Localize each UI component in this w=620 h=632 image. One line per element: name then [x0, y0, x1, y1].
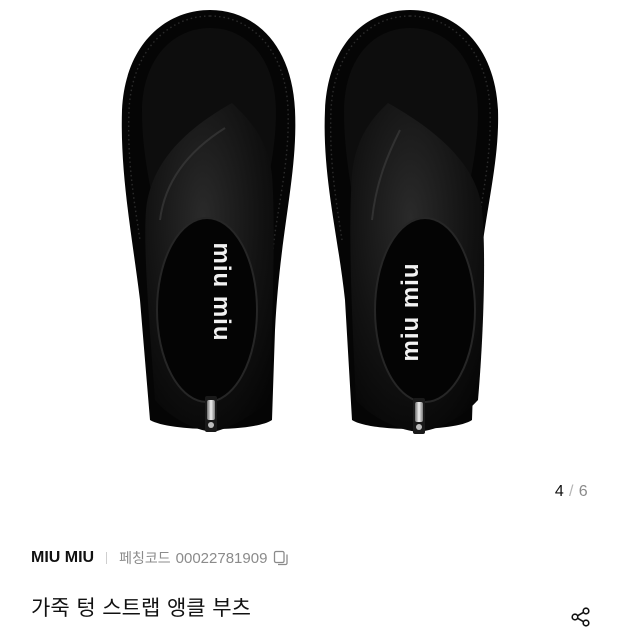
- brand-name[interactable]: MIU MIU: [31, 549, 94, 567]
- right-insole-logo: miu miu: [397, 262, 424, 361]
- left-insole-logo: miu miu: [208, 242, 235, 341]
- product-title: 가죽 텅 스트랩 앵클 부츠: [31, 596, 251, 620]
- fetching-code-label: 페칭코드: [119, 551, 171, 567]
- meta-divider: [106, 552, 108, 564]
- right-boot: miu miu: [324, 10, 499, 434]
- product-image-gallery[interactable]: miu miu miu miu 4 / 6: [0, 0, 620, 515]
- image-counter: 4/6: [555, 483, 588, 501]
- image-counter-total: 6: [578, 483, 588, 500]
- fetching-code-value: 00022781909: [175, 549, 268, 567]
- image-counter-current: 4: [554, 483, 565, 500]
- share-icon[interactable]: [570, 606, 592, 628]
- left-boot: miu miu: [121, 10, 296, 432]
- product-image: miu miu miu miu: [121, 10, 499, 434]
- image-counter-separator: /: [569, 483, 574, 500]
- product-meta-row: MIU MIU 페칭코드 00022781909: [31, 546, 289, 570]
- copy-icon[interactable]: [273, 550, 289, 566]
